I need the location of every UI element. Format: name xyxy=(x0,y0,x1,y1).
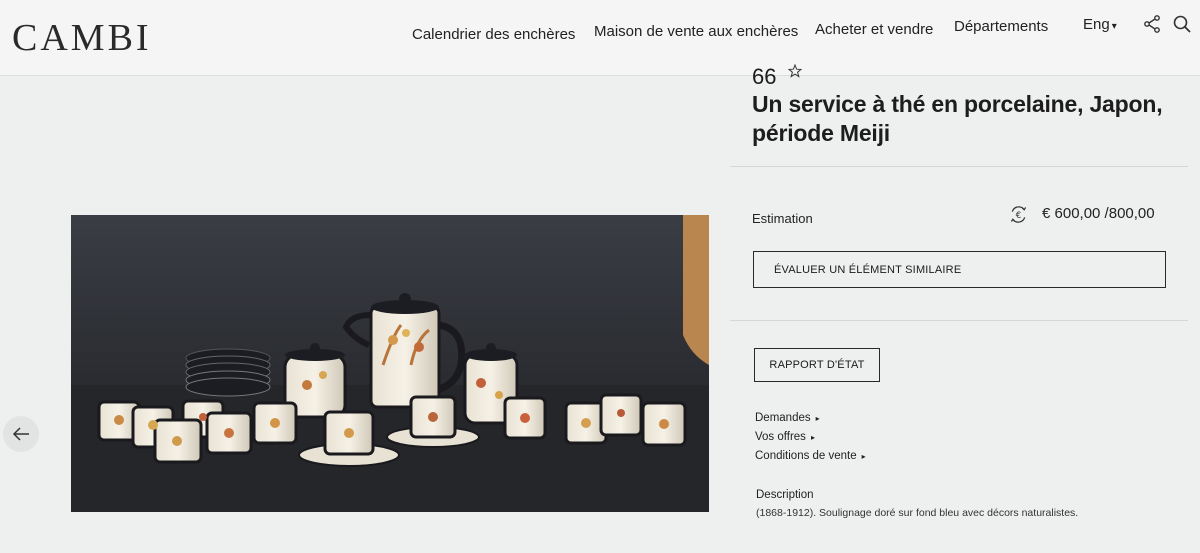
evaluate-similar-button[interactable]: ÉVALUER UN ÉLÉMENT SIMILAIRE xyxy=(753,251,1166,288)
search-icon[interactable] xyxy=(1172,14,1192,34)
link-label: Conditions de vente xyxy=(755,450,857,462)
nav-item-departments[interactable]: Départements xyxy=(954,18,1048,35)
caret-right-icon: ▸ xyxy=(861,452,866,461)
language-label: Eng xyxy=(1083,16,1110,33)
description-text: (1868-1912). Soulignage doré sur fond bl… xyxy=(756,507,1079,519)
share-icon[interactable] xyxy=(1142,14,1162,34)
logo[interactable]: CAMBI xyxy=(12,16,152,60)
link-conditions-of-sale[interactable]: Conditions de vente ▸ xyxy=(755,449,866,468)
star-icon[interactable] xyxy=(788,64,802,78)
previous-image-button[interactable] xyxy=(3,416,39,452)
caret-right-icon: ▸ xyxy=(815,414,820,423)
link-label: Vos offres xyxy=(755,431,806,443)
nav-item-calendar[interactable]: Calendrier des enchères xyxy=(412,26,575,43)
divider xyxy=(730,166,1188,167)
lot-number: 66 xyxy=(752,64,777,86)
description-title: Description xyxy=(756,489,814,501)
lot-title: Un service à thé en porcelaine, Japon, p… xyxy=(752,91,1163,146)
nav-item-auction-house[interactable]: Maison de vente aux enchères xyxy=(594,23,798,40)
link-label: Demandes xyxy=(755,412,811,424)
chevron-down-icon: ▾ xyxy=(1111,21,1117,32)
link-inquiries[interactable]: Demandes ▸ xyxy=(755,411,866,430)
arrow-left-icon xyxy=(12,427,29,441)
estimate-value: € 600,00 /800,00 xyxy=(1042,205,1155,222)
svg-text:€: € xyxy=(1016,211,1021,221)
lot-links: Demandes ▸ Vos offres ▸ Conditions de vent… xyxy=(755,411,866,468)
currency-exchange-icon[interactable]: € xyxy=(1009,205,1028,224)
nav-item-buy-sell[interactable]: Acheter et vendre xyxy=(815,21,933,38)
estimate-label: Estimation xyxy=(752,211,813,226)
condition-report-button[interactable]: RAPPORT D'ÉTAT xyxy=(754,348,880,382)
caret-right-icon: ▸ xyxy=(810,433,815,442)
lot-image[interactable] xyxy=(71,215,709,512)
site-header: CAMBI Calendrier des enchères Maison de … xyxy=(0,0,1200,76)
link-your-bids[interactable]: Vos offres ▸ xyxy=(755,430,866,449)
divider xyxy=(730,320,1188,321)
language-selector[interactable]: Eng ▾ xyxy=(1083,16,1117,33)
tea-set-illustration xyxy=(71,215,709,512)
